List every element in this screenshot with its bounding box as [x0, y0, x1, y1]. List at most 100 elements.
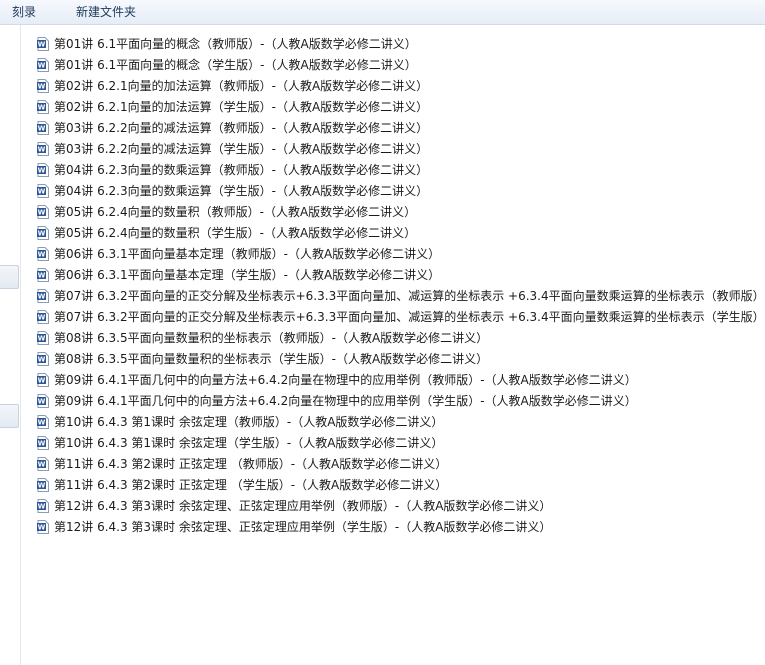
file-item[interactable]: W 第02讲 6.2.1向量的加法运算（教师版）-（人教A版数学必修二讲义） [37, 75, 765, 96]
file-item[interactable]: W 第02讲 6.2.1向量的加法运算（学生版）-（人教A版数学必修二讲义） [37, 96, 765, 117]
file-name: 第08讲 6.3.5平面向量数量积的坐标表示（学生版）-（人教A版数学必修二讲义… [54, 352, 489, 366]
svg-text:W: W [38, 187, 46, 195]
word-document-icon: W [37, 351, 49, 366]
file-item[interactable]: W 第05讲 6.2.4向量的数量积（学生版）-（人教A版数学必修二讲义） [37, 222, 765, 243]
file-name: 第12讲 6.4.3 第3课时 余弦定理、正弦定理应用举例（学生版）-（人教A版… [54, 520, 552, 534]
file-item[interactable]: W 第11讲 6.4.3 第2课时 正弦定理 （学生版）-（人教A版数学必修二讲义… [37, 474, 765, 495]
svg-text:W: W [38, 82, 46, 90]
word-document-icon: W [37, 309, 49, 324]
file-name: 第11讲 6.4.3 第2课时 正弦定理 （教师版）-（人教A版数学必修二讲义） [54, 457, 448, 471]
file-item[interactable]: W 第07讲 6.3.2平面向量的正交分解及坐标表示+6.3.3平面向量加、减运算… [37, 285, 765, 306]
svg-text:W: W [38, 481, 46, 489]
svg-text:W: W [38, 523, 46, 531]
file-item[interactable]: W 第11讲 6.4.3 第2课时 正弦定理 （教师版）-（人教A版数学必修二讲义… [37, 453, 765, 474]
svg-text:W: W [38, 145, 46, 153]
word-document-icon: W [37, 393, 49, 408]
svg-text:W: W [38, 397, 46, 405]
file-name: 第10讲 6.4.3 第1课时 余弦定理（教师版）-（人教A版数学必修二讲义） [54, 415, 444, 429]
file-name: 第06讲 6.3.1平面向量基本定理（学生版）-（人教A版数学必修二讲义） [54, 268, 441, 282]
word-document-icon: W [37, 330, 49, 345]
file-item[interactable]: W 第03讲 6.2.2向量的减法运算（学生版）-（人教A版数学必修二讲义） [37, 138, 765, 159]
file-item[interactable]: W 第06讲 6.3.1平面向量基本定理（教师版）-（人教A版数学必修二讲义） [37, 243, 765, 264]
nav-pane-item[interactable] [0, 404, 19, 428]
word-document-icon: W [37, 57, 49, 72]
file-name: 第05讲 6.2.4向量的数量积（学生版）-（人教A版数学必修二讲义） [54, 226, 417, 240]
file-item[interactable]: W 第05讲 6.2.4向量的数量积（教师版）-（人教A版数学必修二讲义） [37, 201, 765, 222]
file-name: 第01讲 6.1平面向量的概念（教师版）-（人教A版数学必修二讲义） [54, 37, 417, 51]
file-item[interactable]: W 第03讲 6.2.2向量的减法运算（教师版）-（人教A版数学必修二讲义） [37, 117, 765, 138]
command-bar: 刻录 新建文件夹 [0, 0, 765, 25]
file-name: 第03讲 6.2.2向量的减法运算（教师版）-（人教A版数学必修二讲义） [54, 121, 429, 135]
file-name: 第07讲 6.3.2平面向量的正交分解及坐标表示+6.3.3平面向量加、减运算的… [54, 289, 765, 303]
word-document-icon: W [37, 498, 49, 513]
word-document-icon: W [37, 183, 49, 198]
burn-button[interactable]: 刻录 [0, 1, 48, 23]
word-document-icon: W [37, 456, 49, 471]
file-name: 第04讲 6.2.3向量的数乘运算（教师版）-（人教A版数学必修二讲义） [54, 163, 429, 177]
word-document-icon: W [37, 120, 49, 135]
svg-text:W: W [38, 502, 46, 510]
svg-text:W: W [38, 208, 46, 216]
file-item[interactable]: W 第09讲 6.4.1平面几何中的向量方法+6.4.2向量在物理中的应用举例（学… [37, 390, 765, 411]
word-document-icon: W [37, 78, 49, 93]
file-item[interactable]: W 第08讲 6.3.5平面向量数量积的坐标表示（学生版）-（人教A版数学必修二讲… [37, 348, 765, 369]
file-name: 第07讲 6.3.2平面向量的正交分解及坐标表示+6.3.3平面向量加、减运算的… [54, 310, 765, 324]
new-folder-button[interactable]: 新建文件夹 [48, 1, 148, 23]
word-document-icon: W [37, 99, 49, 114]
svg-text:W: W [38, 292, 46, 300]
svg-text:W: W [38, 334, 46, 342]
file-name: 第11讲 6.4.3 第2课时 正弦定理 （学生版）-（人教A版数学必修二讲义） [54, 478, 448, 492]
svg-text:W: W [38, 103, 46, 111]
file-item[interactable]: W 第10讲 6.4.3 第1课时 余弦定理（学生版）-（人教A版数学必修二讲义） [37, 432, 765, 453]
svg-text:W: W [38, 460, 46, 468]
word-document-icon: W [37, 225, 49, 240]
word-document-icon: W [37, 267, 49, 282]
file-item[interactable]: W 第12讲 6.4.3 第3课时 余弦定理、正弦定理应用举例（学生版）-（人教A… [37, 516, 765, 537]
file-list[interactable]: W 第01讲 6.1平面向量的概念（教师版）-（人教A版数学必修二讲义） W 第01讲… [37, 33, 765, 553]
file-item[interactable]: W 第04讲 6.2.3向量的数乘运算（学生版）-（人教A版数学必修二讲义） [37, 180, 765, 201]
svg-text:W: W [38, 439, 46, 447]
svg-text:W: W [38, 61, 46, 69]
svg-text:W: W [38, 229, 46, 237]
word-document-icon: W [37, 477, 49, 492]
svg-text:W: W [38, 166, 46, 174]
file-item[interactable]: W 第01讲 6.1平面向量的概念（学生版）-（人教A版数学必修二讲义） [37, 54, 765, 75]
word-document-icon: W [37, 162, 49, 177]
file-item[interactable]: W 第08讲 6.3.5平面向量数量积的坐标表示（教师版）-（人教A版数学必修二讲… [37, 327, 765, 348]
word-document-icon: W [37, 204, 49, 219]
file-item[interactable]: W 第01讲 6.1平面向量的概念（教师版）-（人教A版数学必修二讲义） [37, 33, 765, 54]
file-name: 第09讲 6.4.1平面几何中的向量方法+6.4.2向量在物理中的应用举例（学生… [54, 394, 637, 408]
file-name: 第03讲 6.2.2向量的减法运算（学生版）-（人教A版数学必修二讲义） [54, 142, 429, 156]
svg-text:W: W [38, 355, 46, 363]
file-item[interactable]: W 第12讲 6.4.3 第3课时 余弦定理、正弦定理应用举例（教师版）-（人教A… [37, 495, 765, 516]
svg-text:W: W [38, 124, 46, 132]
file-name: 第09讲 6.4.1平面几何中的向量方法+6.4.2向量在物理中的应用举例（教师… [54, 373, 637, 387]
file-name: 第01讲 6.1平面向量的概念（学生版）-（人教A版数学必修二讲义） [54, 58, 417, 72]
file-name: 第02讲 6.2.1向量的加法运算（学生版）-（人教A版数学必修二讲义） [54, 100, 429, 114]
file-name: 第05讲 6.2.4向量的数量积（教师版）-（人教A版数学必修二讲义） [54, 205, 417, 219]
svg-text:W: W [38, 313, 46, 321]
file-name: 第08讲 6.3.5平面向量数量积的坐标表示（教师版）-（人教A版数学必修二讲义… [54, 331, 489, 345]
svg-text:W: W [38, 250, 46, 258]
file-item[interactable]: W 第09讲 6.4.1平面几何中的向量方法+6.4.2向量在物理中的应用举例（教… [37, 369, 765, 390]
file-item[interactable]: W 第06讲 6.3.1平面向量基本定理（学生版）-（人教A版数学必修二讲义） [37, 264, 765, 285]
word-document-icon: W [37, 141, 49, 156]
navigation-pane[interactable] [0, 25, 21, 665]
file-name: 第06讲 6.3.1平面向量基本定理（教师版）-（人教A版数学必修二讲义） [54, 247, 441, 261]
file-name: 第12讲 6.4.3 第3课时 余弦定理、正弦定理应用举例（教师版）-（人教A版… [54, 499, 552, 513]
file-name: 第02讲 6.2.1向量的加法运算（教师版）-（人教A版数学必修二讲义） [54, 79, 429, 93]
word-document-icon: W [37, 246, 49, 261]
word-document-icon: W [37, 36, 49, 51]
word-document-icon: W [37, 414, 49, 429]
file-item[interactable]: W 第07讲 6.3.2平面向量的正交分解及坐标表示+6.3.3平面向量加、减运算… [37, 306, 765, 327]
file-item[interactable]: W 第10讲 6.4.3 第1课时 余弦定理（教师版）-（人教A版数学必修二讲义） [37, 411, 765, 432]
word-document-icon: W [37, 435, 49, 450]
word-document-icon: W [37, 372, 49, 387]
svg-text:W: W [38, 376, 46, 384]
svg-text:W: W [38, 271, 46, 279]
nav-pane-selected-item[interactable] [0, 265, 19, 289]
file-name: 第10讲 6.4.3 第1课时 余弦定理（学生版）-（人教A版数学必修二讲义） [54, 436, 444, 450]
word-document-icon: W [37, 519, 49, 534]
file-item[interactable]: W 第04讲 6.2.3向量的数乘运算（教师版）-（人教A版数学必修二讲义） [37, 159, 765, 180]
file-name: 第04讲 6.2.3向量的数乘运算（学生版）-（人教A版数学必修二讲义） [54, 184, 429, 198]
